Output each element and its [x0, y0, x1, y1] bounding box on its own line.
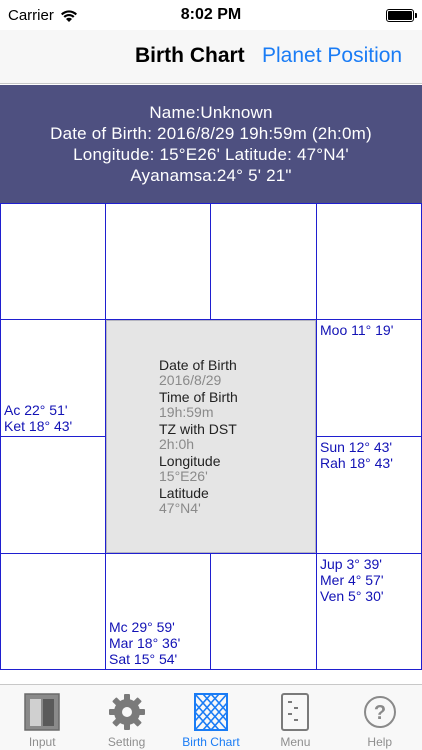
svg-text:?: ?	[374, 702, 386, 724]
birth-chart-grid: Ac 22° 51' Ket 18° 43' Moo 11° 19' Sun 1…	[0, 203, 422, 670]
gear-icon	[106, 691, 148, 733]
tab-help[interactable]: ? Help	[338, 685, 422, 750]
tab-menu-label: Menu	[280, 735, 311, 749]
house-cell-r4c1	[0, 553, 106, 670]
center-tz-label: TZ with DST	[159, 421, 237, 437]
house-cell-r1c2	[105, 203, 211, 320]
planet-sun: Sun 12° 43'	[320, 439, 393, 455]
center-dob-label: Date of Birth	[159, 357, 237, 373]
planet-ketu: Ket 18° 43'	[4, 418, 73, 434]
planet-rahu: Rah 18° 43'	[320, 455, 393, 471]
tab-bar: Input Setting Birth Chart Menu ? Help	[0, 684, 422, 750]
house-cell-r3c1	[0, 436, 106, 554]
status-bar: Carrier 8:02 PM	[0, 0, 422, 30]
planet-ascendant: Ac 22° 51'	[4, 402, 68, 418]
house-cell-r1c4	[316, 203, 422, 320]
info-date-of-birth: Date of Birth: 2016/8/29 19h:59m (2h:0m)	[50, 124, 372, 143]
menu-icon	[274, 691, 316, 733]
birth-chart-icon	[190, 691, 232, 733]
tab-menu[interactable]: Menu	[253, 685, 337, 750]
input-icon	[21, 691, 63, 733]
center-latitude-label: Latitude	[159, 485, 209, 501]
house-cell-r1c3	[210, 203, 317, 320]
help-icon: ?	[359, 691, 401, 733]
center-longitude-value: 15°E26'	[159, 468, 208, 484]
center-dob-value: 2016/8/29	[159, 372, 222, 388]
house-cell-r1c1	[0, 203, 106, 320]
planet-mercury: Mer 4° 57'	[320, 572, 384, 588]
planet-moon: Moo 11° 19'	[320, 322, 394, 338]
center-tob-value: 19h:59m	[159, 404, 214, 420]
info-coordinates: Longitude: 15°E26' Latitude: 47°N4'	[73, 145, 349, 164]
house-cell-r4c4: Jup 3° 39' Mer 4° 57' Ven 5° 30'	[316, 553, 422, 670]
house-cell-r4c3	[210, 553, 317, 670]
tab-help-label: Help	[367, 735, 393, 749]
center-latitude-value: 47°N4'	[159, 500, 201, 516]
tab-input[interactable]: Input	[0, 685, 84, 750]
tab-birth-chart-label: Birth Chart	[182, 735, 240, 749]
info-name: Name:Unknown	[149, 103, 273, 122]
tab-input-label: Input	[28, 735, 56, 749]
planet-position-link[interactable]: Planet Position	[262, 44, 402, 68]
tab-birth-chart[interactable]: Birth Chart	[169, 685, 253, 750]
planet-venus: Ven 5° 30'	[320, 588, 384, 604]
page-title: Birth Chart	[135, 44, 245, 67]
planet-saturn: Sat 15° 54'	[109, 651, 178, 667]
center-tob-label: Time of Birth	[159, 389, 238, 405]
birth-details-panel: Date of Birth 2016/8/29 Time of Birth 19…	[106, 320, 316, 553]
tab-setting[interactable]: Setting	[84, 685, 168, 750]
info-ayanamsa: Ayanamsa:24° 5' 21"	[130, 166, 292, 185]
center-longitude-label: Longitude	[159, 453, 221, 469]
planet-jupiter: Jup 3° 39'	[320, 556, 382, 572]
birth-info-header: Name:Unknown Date of Birth: 2016/8/29 19…	[0, 85, 422, 203]
planet-midheaven: Mc 29° 59'	[109, 619, 175, 635]
house-cell-r4c2: Mc 29° 59' Mar 18° 36' Sat 15° 54'	[105, 553, 211, 670]
battery-icon	[386, 9, 417, 22]
house-cell-r2c1: Ac 22° 51' Ket 18° 43'	[0, 319, 106, 437]
tab-setting-label: Setting	[107, 735, 146, 749]
nav-bar: Birth Chart Planet Position	[0, 30, 422, 84]
house-cell-r2c4: Moo 11° 19'	[316, 319, 422, 437]
center-tz-value: 2h:0h	[159, 436, 195, 452]
status-time: 8:02 PM	[180, 6, 242, 23]
house-cell-r3c4: Sun 12° 43' Rah 18° 43'	[316, 436, 422, 554]
planet-mars: Mar 18° 36'	[109, 635, 181, 651]
